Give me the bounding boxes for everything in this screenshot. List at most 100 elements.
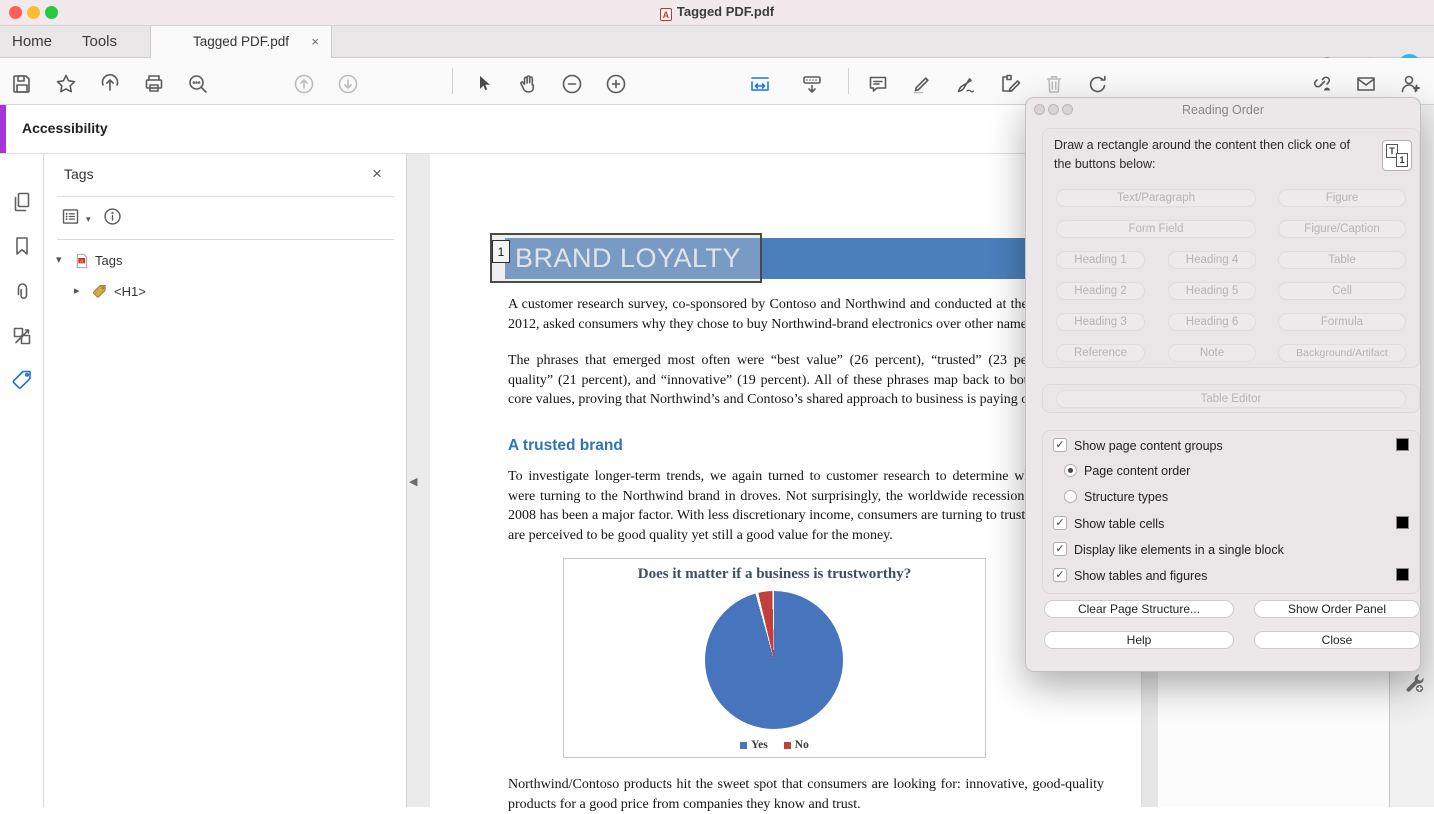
- show-page-content-groups-checkbox[interactable]: ✓: [1053, 438, 1067, 452]
- reference-button[interactable]: Reference: [1056, 344, 1145, 362]
- pie-chart-figure: Does it matter if a business is trustwor…: [563, 558, 986, 758]
- person-add-icon[interactable]: [1398, 72, 1422, 96]
- close-tab-icon[interactable]: ×: [311, 26, 319, 58]
- heading3-button[interactable]: Heading 3: [1056, 313, 1145, 331]
- cell-button[interactable]: Cell: [1278, 282, 1406, 300]
- print-icon[interactable]: [142, 72, 166, 96]
- page-content-order-radio[interactable]: [1064, 464, 1077, 477]
- chevron-right-icon[interactable]: ▸: [74, 284, 80, 297]
- tree-row-tags-root[interactable]: ▾ A Tags: [44, 250, 407, 272]
- legend-swatch-no: [784, 742, 791, 749]
- formula-button[interactable]: Formula: [1278, 313, 1406, 331]
- display-like-elements-checkbox[interactable]: ✓: [1053, 542, 1067, 556]
- note-button[interactable]: Note: [1168, 344, 1256, 362]
- fill-sign-icon[interactable]: [998, 72, 1022, 96]
- navigation-rail: [0, 154, 44, 807]
- close-button[interactable]: Close: [1254, 631, 1420, 649]
- table-button[interactable]: Table: [1278, 251, 1406, 269]
- pdf-file-icon: A: [660, 8, 672, 21]
- color-swatch[interactable]: [1396, 438, 1409, 451]
- zoom-out-icon[interactable]: [560, 72, 584, 96]
- add-tools-wrench-icon[interactable]: [1402, 670, 1426, 696]
- pie: [705, 591, 843, 729]
- help-button[interactable]: Help: [1044, 631, 1234, 649]
- background-artifact-button[interactable]: Background/Artifact: [1278, 344, 1406, 362]
- legend-swatch-yes: [740, 742, 747, 749]
- share-upload-icon[interactable]: [98, 72, 122, 96]
- paragraph: To investigate longer-term trends, we ag…: [508, 467, 1104, 545]
- highlighter-icon[interactable]: [910, 72, 934, 96]
- radio-label: Page content order: [1084, 464, 1190, 478]
- order-panel-icon[interactable]: [10, 324, 34, 348]
- checkbox-label: Display like elements in a single block: [1074, 543, 1284, 557]
- show-order-panel-button[interactable]: Show Order Panel: [1254, 600, 1420, 618]
- checkbox-label: Show page content groups: [1074, 439, 1223, 453]
- window-title: ATagged PDF.pdf: [0, 4, 1434, 21]
- text-paragraph-button[interactable]: Text/Paragraph: [1056, 189, 1256, 207]
- tags-panel-title: Tags: [64, 166, 94, 182]
- redo-icon[interactable]: [1086, 72, 1110, 96]
- divider: [57, 196, 394, 197]
- tag-options-caret-icon[interactable]: ▾: [86, 214, 91, 225]
- attachments-paperclip-icon[interactable]: [10, 280, 34, 304]
- tag-options-icon[interactable]: [60, 206, 81, 227]
- dialog-instruction: Draw a rectangle around the content then…: [1054, 136, 1354, 174]
- show-tables-figures-checkbox[interactable]: ✓: [1053, 568, 1067, 582]
- fit-width-icon[interactable]: [748, 72, 772, 96]
- purple-accent-bar: [0, 105, 6, 153]
- content-selection-rectangle[interactable]: [490, 233, 762, 283]
- bookmarks-icon[interactable]: [10, 234, 34, 258]
- select-cursor-icon[interactable]: [472, 72, 496, 96]
- pdf-root-icon: A: [74, 251, 90, 269]
- figure-caption-button[interactable]: Figure/Caption: [1278, 220, 1406, 238]
- save-icon[interactable]: [10, 72, 34, 96]
- hand-tool-icon[interactable]: [516, 72, 540, 96]
- tab-tools[interactable]: Tools: [82, 33, 117, 50]
- next-page-icon[interactable]: [336, 72, 360, 96]
- tab-document[interactable]: Tagged PDF.pdf ×: [150, 26, 332, 58]
- tags-panel-icon[interactable]: [10, 368, 34, 392]
- heading5-button[interactable]: Heading 5: [1168, 282, 1256, 300]
- zoom-in-icon[interactable]: [604, 72, 628, 96]
- show-table-cells-checkbox[interactable]: ✓: [1053, 516, 1067, 530]
- star-icon[interactable]: [54, 72, 78, 96]
- collapse-panel-icon[interactable]: ◀: [409, 475, 417, 488]
- chevron-down-icon[interactable]: ▾: [56, 253, 62, 266]
- info-icon[interactable]: [102, 206, 123, 227]
- comment-icon[interactable]: [866, 72, 890, 96]
- legend-item: No: [784, 739, 809, 751]
- delete-trash-icon[interactable]: [1042, 72, 1066, 96]
- document-subheading: A trusted brand: [508, 437, 623, 455]
- tree-row-h1[interactable]: ▸ <H1>: [44, 281, 407, 303]
- color-swatch[interactable]: [1396, 568, 1409, 581]
- link-icon[interactable]: [1310, 72, 1334, 96]
- heading6-button[interactable]: Heading 6: [1168, 313, 1256, 331]
- page-scrolling-icon[interactable]: [800, 72, 824, 96]
- titlebar: ATagged PDF.pdf: [0, 0, 1434, 26]
- page-thumbnails-icon[interactable]: [10, 190, 34, 214]
- sign-pen-icon[interactable]: [954, 72, 978, 96]
- close-panel-icon[interactable]: ×: [372, 164, 382, 184]
- tag-node-icon: [91, 283, 108, 300]
- clear-page-structure-button[interactable]: Clear Page Structure...: [1044, 600, 1234, 618]
- heading1-button[interactable]: Heading 1: [1056, 251, 1145, 269]
- reading-order-number-badge: 1: [492, 240, 510, 263]
- structure-types-radio[interactable]: [1064, 490, 1077, 503]
- table-editor-button[interactable]: Table Editor: [1056, 390, 1406, 408]
- toolbar-divider: [848, 68, 849, 94]
- search-icon[interactable]: [186, 72, 210, 96]
- divider: [57, 239, 394, 240]
- email-icon[interactable]: [1354, 72, 1378, 96]
- previous-page-icon[interactable]: [292, 72, 316, 96]
- tab-bar: Home Tools Tagged PDF.pdf ×: [0, 26, 1434, 58]
- paragraph: Northwind/Contoso products hit the sweet…: [508, 775, 1104, 814]
- figure-button[interactable]: Figure: [1278, 189, 1406, 207]
- structure-type-toggle-icon[interactable]: T 1: [1382, 140, 1412, 171]
- tab-home[interactable]: Home: [12, 33, 52, 50]
- color-swatch[interactable]: [1396, 516, 1409, 529]
- heading2-button[interactable]: Heading 2: [1056, 282, 1145, 300]
- form-field-button[interactable]: Form Field: [1056, 220, 1256, 238]
- legend-item: Yes: [740, 739, 768, 751]
- heading4-button[interactable]: Heading 4: [1168, 251, 1256, 269]
- dialog-title: Reading Order: [1026, 103, 1420, 117]
